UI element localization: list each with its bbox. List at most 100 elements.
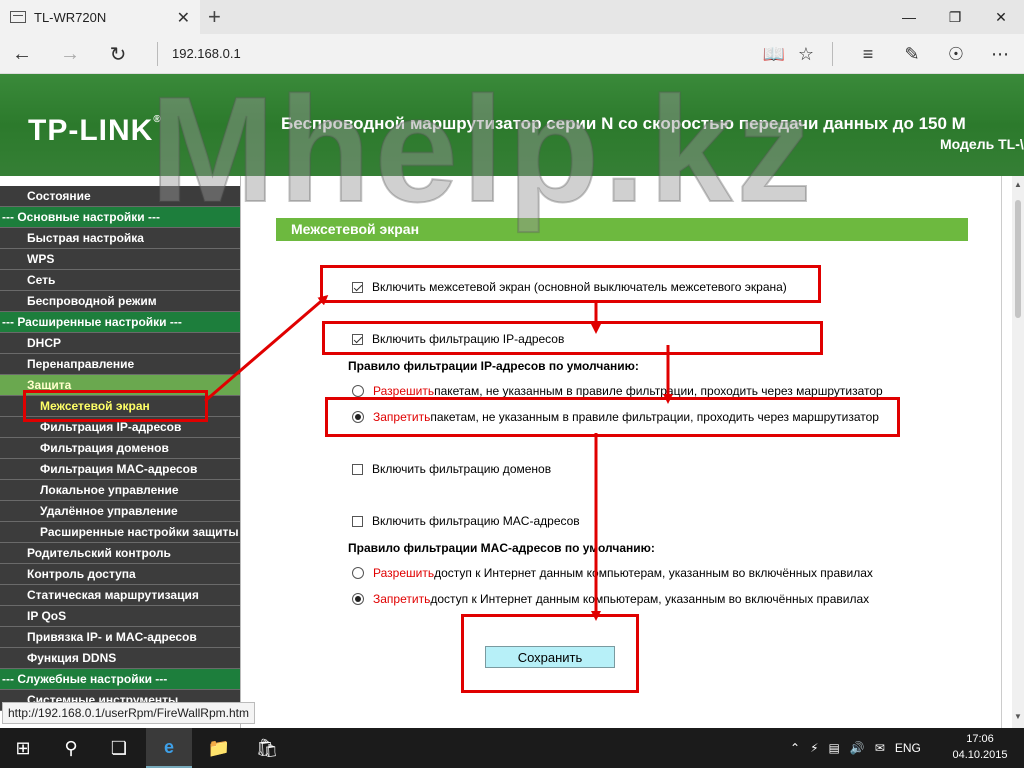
window-controls: — ❐ ✕ — [886, 0, 1024, 34]
mac-allow-keyword: Разрешить — [373, 566, 435, 580]
reading-view-icon[interactable]: 📖 — [760, 40, 788, 68]
annotation-box-menu-firewall — [23, 390, 208, 422]
sidebar-menu: Состояние --- Основные настройки --- Быстр… — [0, 176, 240, 728]
scroll-thumb[interactable] — [1015, 200, 1021, 318]
menu-section-header: --- Основные настройки --- — [0, 207, 240, 228]
mac-allow-row[interactable]: Разрешить доступ к Интернет данным компь… — [352, 566, 873, 580]
router-header: TP-LINK® Беспроводной маршрутизатор сери… — [0, 74, 1024, 176]
menu-item[interactable]: WPS — [0, 249, 240, 270]
system-tray: ⌃ ⚡ ▤ 🔊 ✉ ENG — [790, 728, 940, 768]
mac-rule-heading: Правило фильтрации MAC-адресов по умолча… — [348, 541, 655, 555]
forward-button[interactable]: → — [56, 40, 84, 68]
status-url-tooltip: http://192.168.0.1/userRpm/FireWallRpm.h… — [2, 702, 255, 724]
minimize-button[interactable]: — — [886, 0, 932, 34]
back-button[interactable]: ← — [8, 40, 36, 68]
content-right-border — [1001, 176, 1002, 728]
clock-time: 17:06 — [966, 733, 994, 745]
address-input[interactable]: 192.168.0.1 — [172, 46, 241, 61]
menu-item[interactable]: Привязка IP- и MAC-адресов — [0, 627, 240, 648]
share-icon[interactable]: ☉ — [942, 40, 970, 68]
mac-allow-text: доступ к Интернет данным компьютерам, ук… — [434, 566, 873, 580]
menu-item[interactable]: Быстрая настройка — [0, 228, 240, 249]
clock-date: 04.10.2015 — [952, 749, 1008, 761]
menu-item[interactable]: Локальное управление — [0, 480, 240, 501]
mac-filter-label: Включить фильтрацию MAC-адресов — [372, 514, 580, 528]
address-separator — [157, 42, 158, 66]
page-icon — [10, 11, 26, 23]
more-icon[interactable]: ⋯ — [986, 40, 1014, 68]
mac-deny-radio[interactable] — [352, 593, 364, 605]
close-tab-icon[interactable]: ✕ — [177, 8, 190, 28]
header-title: Беспроводной маршрутизатор серии N со ск… — [281, 114, 966, 133]
menu-item[interactable]: Статическая маршрутизация — [0, 585, 240, 606]
menu-section-header: --- Расширенные настройки --- — [0, 312, 240, 333]
mac-filter-row[interactable]: Включить фильтрацию MAC-адресов — [352, 514, 580, 528]
refresh-button[interactable]: ↻ — [104, 40, 132, 68]
annotation-box-save — [461, 614, 639, 693]
mac-deny-row[interactable]: Запретить доступ к Интернет данным компь… — [352, 592, 869, 606]
scrollbar[interactable]: ▲ ▼ — [1012, 176, 1024, 728]
menu-item[interactable]: Состояние — [0, 186, 240, 207]
address-bar: ← → ↻ 192.168.0.1 📖 ☆ ≡ ✎ ☉ ⋯ — [0, 34, 1024, 74]
volume-icon[interactable]: 🔊 — [850, 741, 865, 755]
menu-item[interactable]: Фильтрация доменов — [0, 438, 240, 459]
usb-icon[interactable]: ⚡ — [810, 741, 818, 755]
ip-allow-text: пакетам, не указанным в правиле фильтрац… — [434, 384, 883, 398]
language-indicator[interactable]: ENG — [895, 741, 921, 755]
scroll-down-icon[interactable]: ▼ — [1014, 712, 1022, 721]
browser-tab[interactable]: TL-WR720N ✕ — [0, 0, 200, 34]
annotation-box-ip-filter — [322, 321, 823, 355]
message-icon[interactable]: ✉ — [875, 741, 885, 755]
search-icon[interactable]: ⚲ — [48, 728, 94, 768]
clock[interactable]: 17:06 04.10.2015 — [946, 731, 1014, 763]
scroll-up-icon[interactable]: ▲ — [1014, 180, 1022, 189]
menu-item[interactable]: Расширенные настройки защиты — [0, 522, 240, 543]
close-window-button[interactable]: ✕ — [978, 0, 1024, 34]
store-icon[interactable]: 🛍 — [244, 728, 290, 768]
ip-rule-heading: Правило фильтрации IP-адресов по умолчан… — [348, 359, 639, 373]
toolbar-separator — [832, 42, 833, 66]
network-icon[interactable]: ▤ — [829, 741, 840, 755]
domain-filter-checkbox[interactable] — [352, 463, 363, 475]
content-frame-border — [240, 176, 241, 728]
menu-item[interactable]: Фильтрация MAC-адресов — [0, 459, 240, 480]
start-windows-icon[interactable]: ⊞ — [0, 728, 46, 768]
menu-item[interactable]: Сеть — [0, 270, 240, 291]
logo-text: TP-LINK — [28, 114, 154, 147]
tab-title: TL-WR720N — [34, 9, 107, 25]
domain-filter-row[interactable]: Включить фильтрацию доменов — [352, 462, 551, 476]
ip-allow-keyword: Разрешить — [373, 384, 435, 398]
maximize-button[interactable]: ❐ — [932, 0, 978, 34]
file-explorer-icon[interactable]: 📁 — [196, 728, 242, 768]
menu-item[interactable]: Родительский контроль — [0, 543, 240, 564]
menu-item[interactable]: Перенаправление — [0, 354, 240, 375]
mac-deny-text: доступ к Интернет данным компьютерам, ук… — [430, 592, 870, 606]
tp-link-logo: TP-LINK® — [28, 114, 162, 148]
domain-filter-label: Включить фильтрацию доменов — [372, 462, 552, 476]
hub-icon[interactable]: ≡ — [854, 40, 882, 68]
ip-allow-radio[interactable] — [352, 385, 364, 397]
menu-item[interactable]: Контроль доступа — [0, 564, 240, 585]
annotation-box-deny — [325, 397, 900, 437]
ip-allow-row[interactable]: Разрешить пакетам, не указанным в правил… — [352, 384, 883, 398]
menu-item[interactable]: Беспроводной режим — [0, 291, 240, 312]
favorite-star-icon[interactable]: ☆ — [792, 40, 820, 68]
edge-browser-icon[interactable]: e — [146, 728, 192, 768]
mac-allow-radio[interactable] — [352, 567, 364, 579]
menu-item[interactable]: IP QoS — [0, 606, 240, 627]
menu-item[interactable]: Функция DDNS — [0, 648, 240, 669]
new-tab-button[interactable]: + — [208, 4, 221, 30]
logo-registered-mark: ® — [153, 114, 162, 125]
taskbar: ⊞ ⚲ ❏ e 📁 🛍 ⌃ ⚡ ▤ 🔊 ✉ ENG 17:06 04.10.20… — [0, 728, 1024, 768]
mac-filter-checkbox[interactable] — [352, 515, 363, 527]
task-view-icon[interactable]: ❏ — [96, 728, 142, 768]
menu-item[interactable]: Удалённое управление — [0, 501, 240, 522]
browser-tab-bar: TL-WR720N ✕ + — ❐ ✕ — [0, 0, 1024, 34]
web-note-icon[interactable]: ✎ — [898, 40, 926, 68]
tray-chevron-up-icon[interactable]: ⌃ — [790, 741, 800, 755]
page-title: Межсетевой экран — [276, 218, 968, 241]
mac-deny-keyword: Запретить — [373, 592, 431, 606]
menu-top-gap — [0, 176, 240, 186]
header-model: Модель TL-\ — [940, 136, 1024, 152]
menu-item[interactable]: DHCP — [0, 333, 240, 354]
